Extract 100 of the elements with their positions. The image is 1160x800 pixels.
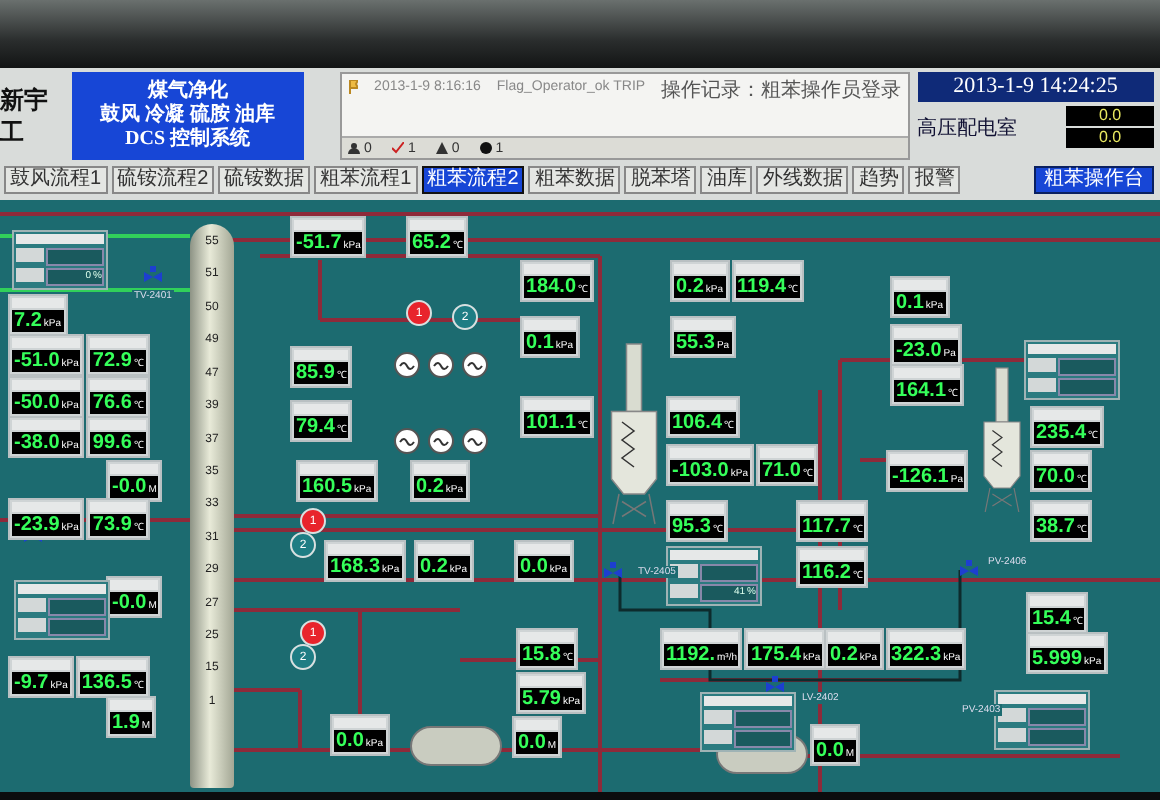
label-strip [1034,454,1089,464]
label-strip [12,420,81,430]
nav-button[interactable]: 外线数据 [756,166,849,194]
reading-value: -103.0 [672,460,729,482]
valve-icon [766,676,784,692]
reading-value: -23.9 [14,514,60,536]
label-strip [1034,410,1101,420]
reading-value: 0.2 [676,276,704,298]
reading-value: 71.0 [761,460,801,482]
reading-value: 0.2 [416,476,444,498]
label-strip [90,502,146,512]
nav-button[interactable]: 硫铵数据 [218,166,311,194]
row-label-strip [16,268,44,282]
label-strip [90,380,146,390]
reading-value: 0.0 [336,730,364,752]
nav-button[interactable]: 粗苯流程2 [421,166,525,194]
label-strip [334,718,386,728]
reading-value: 136.5 [81,672,132,694]
label-strip [414,464,466,474]
label-strip [90,420,146,430]
label-strip [670,400,737,410]
reading-value: 70.0 [1036,466,1075,488]
date-time: 2013-1-9 14:24:25 [917,72,1154,102]
label-strip [670,504,725,514]
nav-button[interactable]: 趋势 [852,166,905,194]
reading-value: 175.4 [750,644,802,666]
reading-value: -38.0 [14,432,60,454]
label-strip [16,234,104,244]
label-strip [12,338,81,348]
reading-value: -0.0 [112,592,147,614]
console-button[interactable]: 粗苯操作台 [1034,166,1154,194]
label-strip [664,632,739,642]
label-strip [12,380,81,390]
reading-value: 65.2 [412,232,451,254]
reading-value: -9.7 [14,672,49,694]
log-message: 操作记录：粗苯操作员登录 [661,77,902,104]
label-strip [759,448,815,458]
reading-value: 0.1 [896,292,924,314]
label-strip [800,504,865,514]
heat-exchanger-icon [428,352,454,378]
reading-value: 0.2 [420,556,448,578]
heat-exchanger-icon [462,352,488,378]
dot-icon [479,142,492,154]
label-strip [520,676,583,686]
label-strip [674,320,732,330]
tank-drawing [410,726,502,766]
reading-value: -51.0 [14,350,60,372]
nav-button[interactable]: 硫铵流程2 [111,166,215,194]
heat-exchanger-icon [394,352,420,378]
company-name: 工 [0,120,26,144]
nav-button[interactable]: 油库 [700,166,753,194]
label-strip [110,464,159,474]
label-strip [735,264,801,274]
valve-icon [960,560,978,576]
nav-button[interactable]: 报警 [908,166,961,194]
reading-value: 38.7 [1036,516,1075,538]
reading-value: 160.5 [302,476,353,498]
label-strip [894,280,946,290]
reading-value: -51.7 [296,232,342,254]
label-strip [828,632,880,642]
reading-value: 73.9 [92,514,132,536]
label-strip [418,544,470,554]
label-strip [520,632,575,642]
reading-value: 55.3 [676,332,715,354]
label-strip [410,220,465,230]
system-title: 鼓风 冷凝 硫胺 油库 [100,104,276,127]
label-strip [524,320,576,330]
label-strip [12,502,81,512]
label-strip [90,338,146,348]
reading-value: 0.1 [526,332,554,354]
label-strip [524,264,591,274]
label-strip [294,350,349,360]
label-strip [294,404,349,414]
reading-value: -126.1 [892,466,949,488]
label-strip [294,220,363,230]
heat-exchanger-icon [462,428,488,454]
label-strip [889,632,963,642]
flag-icon [348,80,359,94]
reading-value: 99.6 [92,432,132,454]
label-strip [890,454,965,464]
label-strip [1034,504,1089,514]
reading-value: -0.0 [112,476,147,498]
heat-exchanger-icon [428,428,454,454]
row-label-strip [670,584,698,598]
label-strip [110,700,153,710]
check-icon [391,142,404,154]
label-strip [894,368,961,378]
nav-button[interactable]: 粗苯流程1 [314,166,418,194]
nav-button[interactable]: 鼓风流程1 [4,166,108,194]
reading-value: 0.0 [816,740,844,762]
reading-value: -23.0 [896,340,942,362]
substation-value: 0.0 [1066,128,1154,148]
nav-button[interactable]: 粗苯数据 [528,166,621,194]
reading-value: 101.1 [526,412,577,434]
controller-panel [1024,340,1120,400]
reading-value: 106.4 [672,412,723,434]
reading-value: 72.9 [92,350,132,372]
substation-value: 0.0 [1066,106,1154,126]
reading-value: 7.2 [14,310,42,332]
nav-button[interactable]: 脱苯塔 [624,166,697,194]
